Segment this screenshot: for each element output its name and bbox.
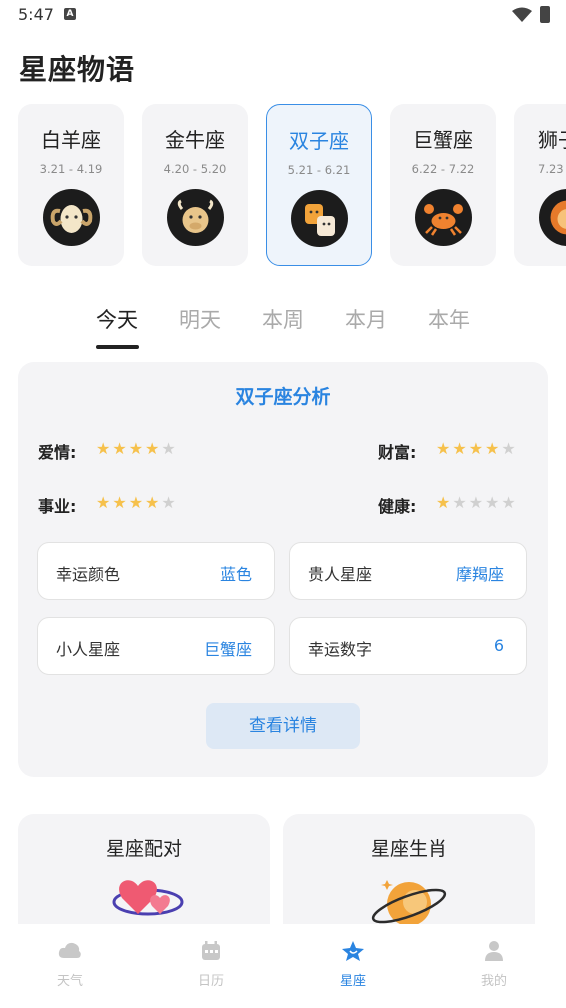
zodiac-card-taurus[interactable]: 金牛座 4.20 - 5.20 — [142, 104, 248, 266]
star-filled-icon: ★ — [468, 439, 486, 458]
wealth-rating-label: 财富: — [378, 443, 417, 462]
calendar-icon — [202, 941, 220, 960]
helper-sign-box: 贵人星座 摩羯座 — [289, 542, 527, 600]
analysis-title: 双子座分析 — [235, 386, 331, 408]
ram-icon — [43, 189, 100, 246]
villain-sign-value: 巨蟹座 — [203, 640, 252, 659]
star-filled-icon: ★ — [128, 493, 146, 512]
nav-calendar[interactable]: 日历 — [171, 940, 251, 989]
star-filled-icon: ★ — [112, 493, 129, 512]
star-empty-icon: ★ — [501, 493, 518, 512]
tab-week[interactable]: 本周 — [262, 304, 304, 334]
bottom-navigation: 天气 日历 星座 我的 — [0, 924, 566, 1008]
star-filled-icon: ★ — [145, 493, 162, 512]
twins-icon — [291, 190, 348, 247]
period-tabs: 今天 明天 本周 本月 本年 — [0, 300, 566, 352]
star-filled-icon: ★ — [112, 439, 129, 458]
zodiac-dates: 6.22 - 7.22 — [411, 162, 475, 176]
cloud-icon — [58, 942, 81, 958]
zodiac-dates: 5.21 - 6.21 — [287, 163, 351, 177]
star-filled-icon: ★ — [436, 439, 453, 458]
analysis-card: 双子座分析 爱情: ★★★★★ 财富: ★★★★★ 事业: ★★★★★ 健康: … — [18, 362, 548, 777]
star-empty-icon: ★ — [161, 439, 178, 458]
star-empty-icon: ★ — [485, 493, 502, 512]
wealth-rating-stars: ★★★★★ — [436, 439, 518, 458]
zodiac-name: 金牛座 — [165, 128, 225, 152]
tab-indicator — [96, 345, 139, 349]
lucky-number-value: 6 — [493, 636, 504, 655]
star-filled-icon: ★ — [128, 439, 146, 458]
tab-today[interactable]: 今天 — [96, 304, 138, 334]
star-filled-icon: ★ — [485, 439, 502, 458]
notification-icon: A — [64, 8, 76, 20]
tab-year[interactable]: 本年 — [428, 304, 470, 334]
feature-title: 星座生肖 — [370, 838, 447, 860]
helper-sign-label: 贵人星座 — [308, 565, 373, 584]
crab-icon — [415, 189, 472, 246]
lucky-number-label: 幸运数字 — [308, 640, 373, 659]
lucky-color-box: 幸运颜色 蓝色 — [37, 542, 275, 600]
lucky-number-box: 幸运数字 6 — [289, 617, 527, 675]
star-filled-icon: ★ — [96, 493, 113, 512]
zodiac-name: 白羊座 — [41, 128, 101, 152]
star-filled-icon: ★ — [436, 493, 453, 512]
nav-zodiac-label: 星座 — [339, 974, 366, 989]
zodiac-card-gemini[interactable]: 双子座 5.21 - 6.21 — [266, 104, 372, 266]
star-filled-icon: ★ — [145, 439, 162, 458]
lion-icon — [539, 189, 566, 246]
wifi-icon — [512, 7, 532, 22]
star-empty-icon: ★ — [452, 493, 469, 512]
zodiac-carousel[interactable]: 白羊座 3.21 - 4.19 金牛座 4.20 - 5.20 双子座 5.21… — [0, 104, 566, 266]
star-empty-icon: ★ — [161, 493, 178, 512]
star-icon — [342, 941, 364, 961]
health-rating-stars: ★★★★★ — [436, 493, 518, 512]
career-rating-label: 事业: — [38, 497, 77, 516]
page-title: 星座物语 — [19, 53, 136, 86]
love-rating-label: 爱情: — [38, 443, 77, 462]
star-empty-icon: ★ — [468, 493, 486, 512]
star-empty-icon: ★ — [501, 439, 518, 458]
star-filled-icon: ★ — [452, 439, 469, 458]
hearts-icon — [112, 880, 184, 916]
nav-profile-label: 我的 — [480, 974, 507, 989]
nav-weather-label: 天气 — [56, 974, 83, 989]
nav-profile[interactable]: 我的 — [454, 940, 534, 989]
villain-sign-box: 小人星座 巨蟹座 — [37, 617, 275, 675]
helper-sign-value: 摩羯座 — [455, 565, 504, 584]
nav-weather[interactable]: 天气 — [30, 940, 110, 989]
lucky-color-value: 蓝色 — [219, 565, 252, 584]
zodiac-dates: 4.20 - 5.20 — [163, 162, 227, 176]
zodiac-dates: 3.21 - 4.19 — [39, 162, 103, 176]
bull-icon — [167, 189, 224, 246]
zodiac-name: 巨蟹座 — [413, 128, 473, 152]
status-bar: 5:47 A — [0, 0, 566, 30]
nav-calendar-label: 日历 — [197, 974, 224, 989]
planet-icon — [371, 880, 447, 926]
zodiac-name: 狮子座 — [538, 128, 566, 152]
zodiac-name: 双子座 — [289, 129, 349, 153]
zodiac-card-leo[interactable]: 狮子座 7.23 — [514, 104, 566, 266]
lucky-color-label: 幸运颜色 — [56, 565, 121, 584]
battery-icon — [540, 6, 550, 23]
feature-title: 星座配对 — [105, 838, 182, 860]
person-icon — [485, 941, 503, 961]
nav-zodiac[interactable]: 星座 — [313, 940, 393, 989]
view-details-button[interactable]: 查看详情 — [206, 703, 360, 749]
zodiac-card-cancer[interactable]: 巨蟹座 6.22 - 7.22 — [390, 104, 496, 266]
tab-month[interactable]: 本月 — [345, 304, 387, 334]
love-rating-stars: ★★★★★ — [96, 439, 178, 458]
zodiac-dates: 7.23 — [538, 162, 564, 176]
career-rating-stars: ★★★★★ — [96, 493, 178, 512]
villain-sign-label: 小人星座 — [56, 640, 121, 659]
star-filled-icon: ★ — [96, 439, 113, 458]
status-time: 5:47 — [18, 5, 54, 24]
health-rating-label: 健康: — [378, 497, 417, 516]
zodiac-card-aries[interactable]: 白羊座 3.21 - 4.19 — [18, 104, 124, 266]
tab-tomorrow[interactable]: 明天 — [179, 304, 221, 334]
